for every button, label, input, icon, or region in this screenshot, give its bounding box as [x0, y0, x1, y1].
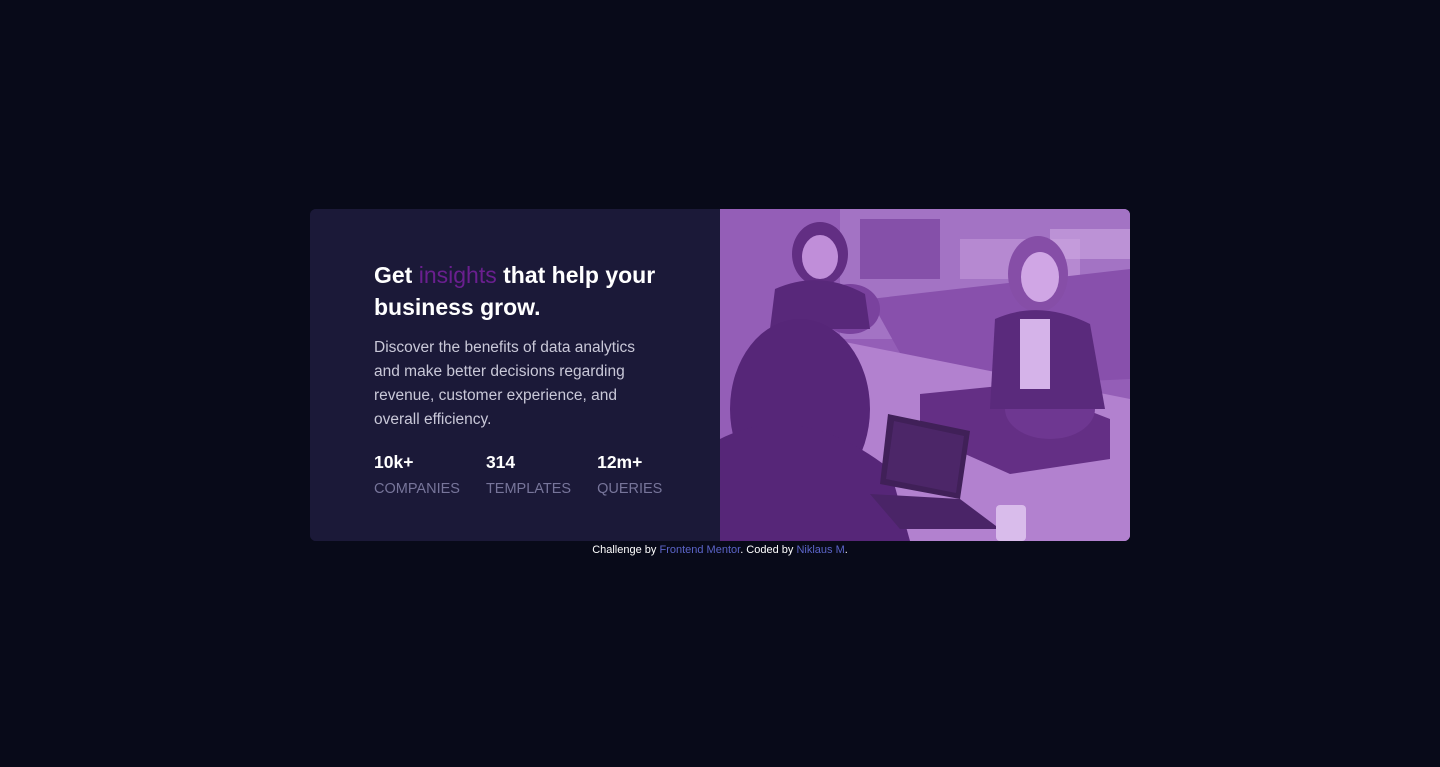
headline-accent: insights: [418, 262, 497, 288]
stat-label: COMPANIES: [374, 481, 460, 497]
stat-value: 10k+: [374, 452, 414, 472]
stat-value: 12m+: [597, 452, 643, 472]
office-illustration: [720, 209, 1130, 541]
stats-preview-card: Get insights that help your business gro…: [310, 209, 1130, 541]
stat-templates: 314 TEMPLATES: [486, 450, 571, 499]
card-content: Get insights that help your business gro…: [310, 209, 720, 541]
stat-queries: 12m+ QUERIES: [597, 450, 662, 499]
stat-companies: 10k+ COMPANIES: [374, 450, 460, 499]
author-link[interactable]: Niklaus M: [796, 544, 844, 556]
office-team-image: [720, 209, 1130, 541]
page: Get insights that help your business gro…: [0, 0, 1440, 767]
attribution-middle: . Coded by: [740, 544, 797, 556]
description: Discover the benefits of data analytics …: [374, 339, 636, 428]
headline: Get insights that help your business gro…: [374, 259, 674, 323]
stat-label: QUERIES: [597, 481, 663, 497]
attribution-suffix: .: [844, 544, 848, 556]
stat-value: 314: [485, 452, 516, 472]
headline-before: Get: [374, 262, 419, 288]
attribution: Challenge by Frontend Mentor. Coded by N…: [0, 543, 1440, 557]
stats-row: 10k+ COMPANIES 314 TEMPLATES 12m+ QUERIE…: [374, 450, 680, 499]
attribution-prefix: Challenge by: [592, 544, 660, 556]
frontend-mentor-link[interactable]: Frontend Mentor: [659, 544, 740, 556]
stat-label: TEMPLATES: [485, 481, 572, 497]
